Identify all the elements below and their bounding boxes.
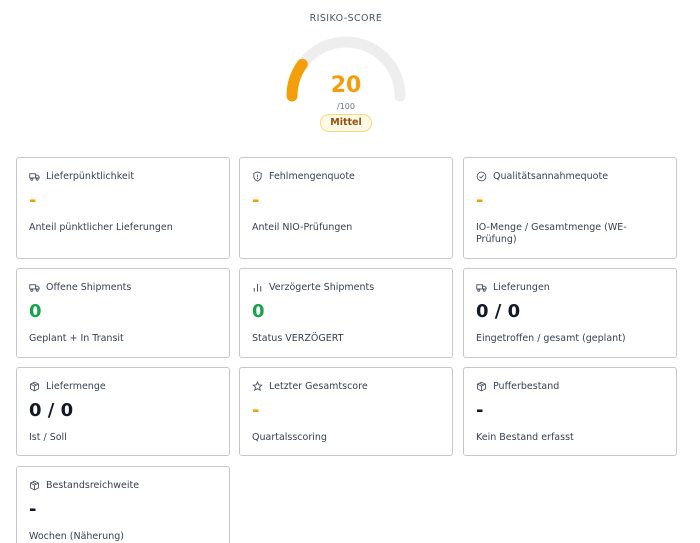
kpi-description: Kein Bestand erfasst bbox=[476, 432, 574, 443]
kpi-label: Lieferungen bbox=[493, 282, 550, 293]
truck-icon bbox=[476, 282, 487, 293]
kpi-description: Status VERZÖGERT bbox=[252, 333, 344, 344]
package-icon bbox=[29, 480, 40, 491]
truck-icon bbox=[29, 282, 40, 293]
shield-icon bbox=[252, 171, 263, 182]
kpi-card-bestandsreichweite: Bestandsreichweite - Wochen (Näherung) bbox=[16, 466, 230, 543]
kpi-label: Offene Shipments bbox=[46, 282, 132, 293]
kpi-label: Liefermenge bbox=[46, 381, 106, 392]
kpi-description: Geplant + In Transit bbox=[29, 333, 124, 344]
kpi-value: 0 / 0 bbox=[476, 301, 521, 322]
package-icon bbox=[29, 381, 40, 392]
kpi-card-lieferpuenktlichkeit: Lieferpünktlichkeit - Anteil pünktlicher… bbox=[16, 157, 230, 259]
kpi-description: Wochen (Näherung) bbox=[29, 531, 124, 542]
kpi-description: Anteil pünktlicher Lieferungen bbox=[29, 222, 173, 233]
kpi-value: - bbox=[252, 400, 260, 421]
kpi-label: Pufferbestand bbox=[493, 381, 560, 392]
kpi-label: Fehlmengenquote bbox=[269, 171, 355, 182]
package-icon bbox=[476, 381, 487, 392]
kpi-card-letzter-gesamtscore: Letzter Gesamtscore - Quartalsscoring bbox=[239, 367, 453, 456]
kpi-value: - bbox=[252, 190, 260, 211]
risk-score-gauge: RISIKO-SCORE 20 /100 Mittel bbox=[0, 0, 700, 140]
bar-chart-icon bbox=[252, 282, 263, 293]
kpi-card-offene-shipments: Offene Shipments 0 Geplant + In Transit bbox=[16, 268, 230, 358]
risk-level-badge: Mittel bbox=[320, 114, 372, 132]
kpi-card-qualitaetsannahmequote: Qualitätsannahmequote - IO-Menge / Gesam… bbox=[463, 157, 677, 259]
kpi-card-verzoegerte-shipments: Verzögerte Shipments 0 Status VERZÖGERT bbox=[239, 268, 453, 358]
truck-icon bbox=[29, 171, 40, 182]
kpi-label: Letzter Gesamtscore bbox=[269, 381, 368, 392]
kpi-description: Anteil NIO-Prüfungen bbox=[252, 222, 353, 233]
kpi-label: Bestandsreichweite bbox=[46, 480, 140, 491]
kpi-value: 0 / 0 bbox=[29, 400, 74, 421]
kpi-label: Verzögerte Shipments bbox=[269, 282, 375, 293]
kpi-label: Lieferpünktlichkeit bbox=[46, 171, 135, 182]
kpi-description: Eingetroffen / gesamt (geplant) bbox=[476, 333, 626, 344]
kpi-value: 0 bbox=[252, 301, 265, 322]
kpi-label: Qualitätsannahmequote bbox=[493, 171, 609, 182]
kpi-card-liefermenge: Liefermenge 0 / 0 Ist / Soll bbox=[16, 367, 230, 456]
kpi-description: IO-Menge / Gesamtmenge (WE-Prüfung) bbox=[476, 222, 627, 245]
check-circle-icon bbox=[476, 171, 487, 182]
risk-score-title: RISIKO-SCORE bbox=[309, 13, 383, 24]
kpi-card-fehlmengenquote: Fehlmengenquote - Anteil NIO-Prüfungen bbox=[239, 157, 453, 259]
risk-score-value: 20 bbox=[330, 73, 362, 98]
risk-score-max: /100 bbox=[337, 102, 355, 110]
star-icon bbox=[252, 381, 263, 392]
kpi-value: - bbox=[29, 499, 37, 520]
kpi-card-lieferungen: Lieferungen 0 / 0 Eingetroffen / gesamt … bbox=[463, 268, 677, 358]
kpi-card-pufferbestand: Pufferbestand - Kein Bestand erfasst bbox=[463, 367, 677, 456]
kpi-value: - bbox=[476, 400, 484, 421]
kpi-value: - bbox=[476, 190, 484, 211]
kpi-value: 0 bbox=[29, 301, 42, 322]
kpi-description: Ist / Soll bbox=[29, 432, 67, 443]
kpi-value: - bbox=[29, 190, 37, 211]
kpi-description: Quartalsscoring bbox=[252, 432, 327, 443]
